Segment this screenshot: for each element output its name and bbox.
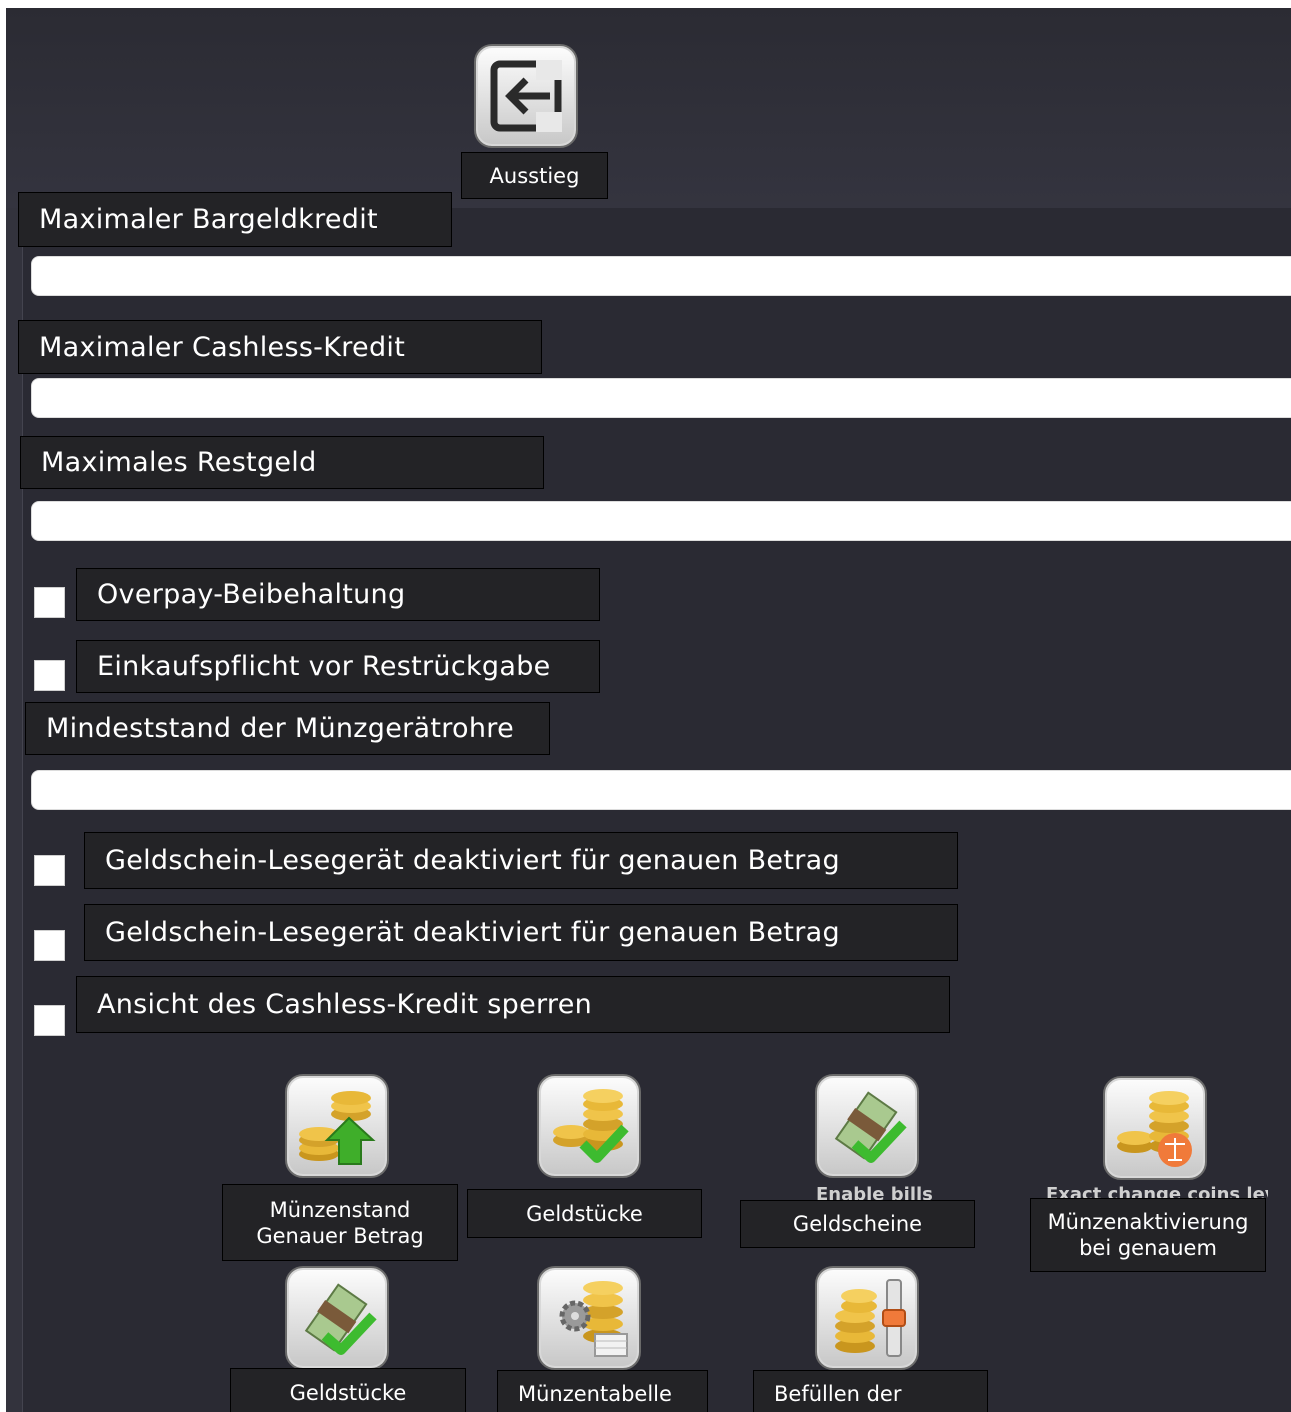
coin-level-exact-label: Münzenstand Genauer Betrag (222, 1184, 458, 1261)
max-change-input[interactable] (31, 501, 1291, 541)
max-cashless-credit-input[interactable] (31, 378, 1291, 418)
left-stripe (6, 208, 23, 1412)
enable-coins-label: Geldstücke (467, 1189, 702, 1238)
settings-screen: Ausstieg Maximaler Bargeldkredit Maximal… (6, 8, 1291, 1412)
coins-scale-icon (1117, 1091, 1192, 1167)
min-coin-tube-level-label: Mindeststand der Münzgerätrohre (25, 702, 550, 755)
purchase-before-change-label: Einkaufspflicht vor Restrückgabe (76, 640, 600, 693)
lock-cashless-view-label: Ansicht des Cashless-Kredit sperren (76, 976, 950, 1033)
enable-coins-button[interactable] (537, 1074, 641, 1178)
bill-reader-disabled-1-label: Geldschein-Lesegerät deaktiviert für gen… (84, 832, 958, 889)
coins-check-icon (553, 1089, 629, 1163)
bills-coins-label: Geldstücke (230, 1368, 466, 1412)
coin-level-exact-button[interactable] (285, 1074, 389, 1178)
coins-fill-icon (835, 1279, 906, 1357)
header-band (6, 8, 1291, 208)
bills-check-icon (834, 1091, 907, 1163)
bills-check-icon (304, 1283, 377, 1355)
max-cashless-credit-label: Maximaler Cashless-Kredit (18, 320, 542, 374)
purchase-before-change-checkbox[interactable] (34, 660, 65, 691)
coin-table-button[interactable] (537, 1266, 641, 1370)
overpay-retention-label: Overpay-Beibehaltung (76, 568, 600, 621)
exact-change-coins-level-label: Münzenaktivierung bei genauem (1030, 1198, 1266, 1272)
coin-table-label: Münzentabelle (497, 1370, 708, 1412)
coins-gear-icon (559, 1281, 628, 1357)
enable-bills-button[interactable] (815, 1074, 919, 1178)
bills-coins-button[interactable] (285, 1266, 389, 1370)
overpay-retention-checkbox[interactable] (34, 587, 65, 618)
enable-bills-label: Geldscheine (740, 1200, 975, 1248)
exit-icon (490, 60, 562, 132)
fill-tubes-label: Befüllen der (753, 1370, 988, 1412)
bill-reader-disabled-2-checkbox[interactable] (34, 930, 65, 961)
exit-label: Ausstieg (461, 152, 608, 199)
exact-change-coins-level-button[interactable] (1103, 1076, 1207, 1180)
bill-reader-disabled-1-checkbox[interactable] (34, 855, 65, 886)
max-change-label: Maximales Restgeld (20, 436, 544, 489)
max-cash-credit-input[interactable] (31, 256, 1291, 296)
exit-button[interactable] (474, 44, 578, 148)
coins-up-arrow-icon (299, 1091, 376, 1165)
bill-reader-disabled-2-label: Geldschein-Lesegerät deaktiviert für gen… (84, 904, 958, 961)
fill-tubes-button[interactable] (815, 1266, 919, 1370)
max-cash-credit-label: Maximaler Bargeldkredit (18, 192, 452, 247)
min-coin-tube-level-input[interactable] (31, 770, 1291, 810)
lock-cashless-view-checkbox[interactable] (34, 1005, 65, 1036)
